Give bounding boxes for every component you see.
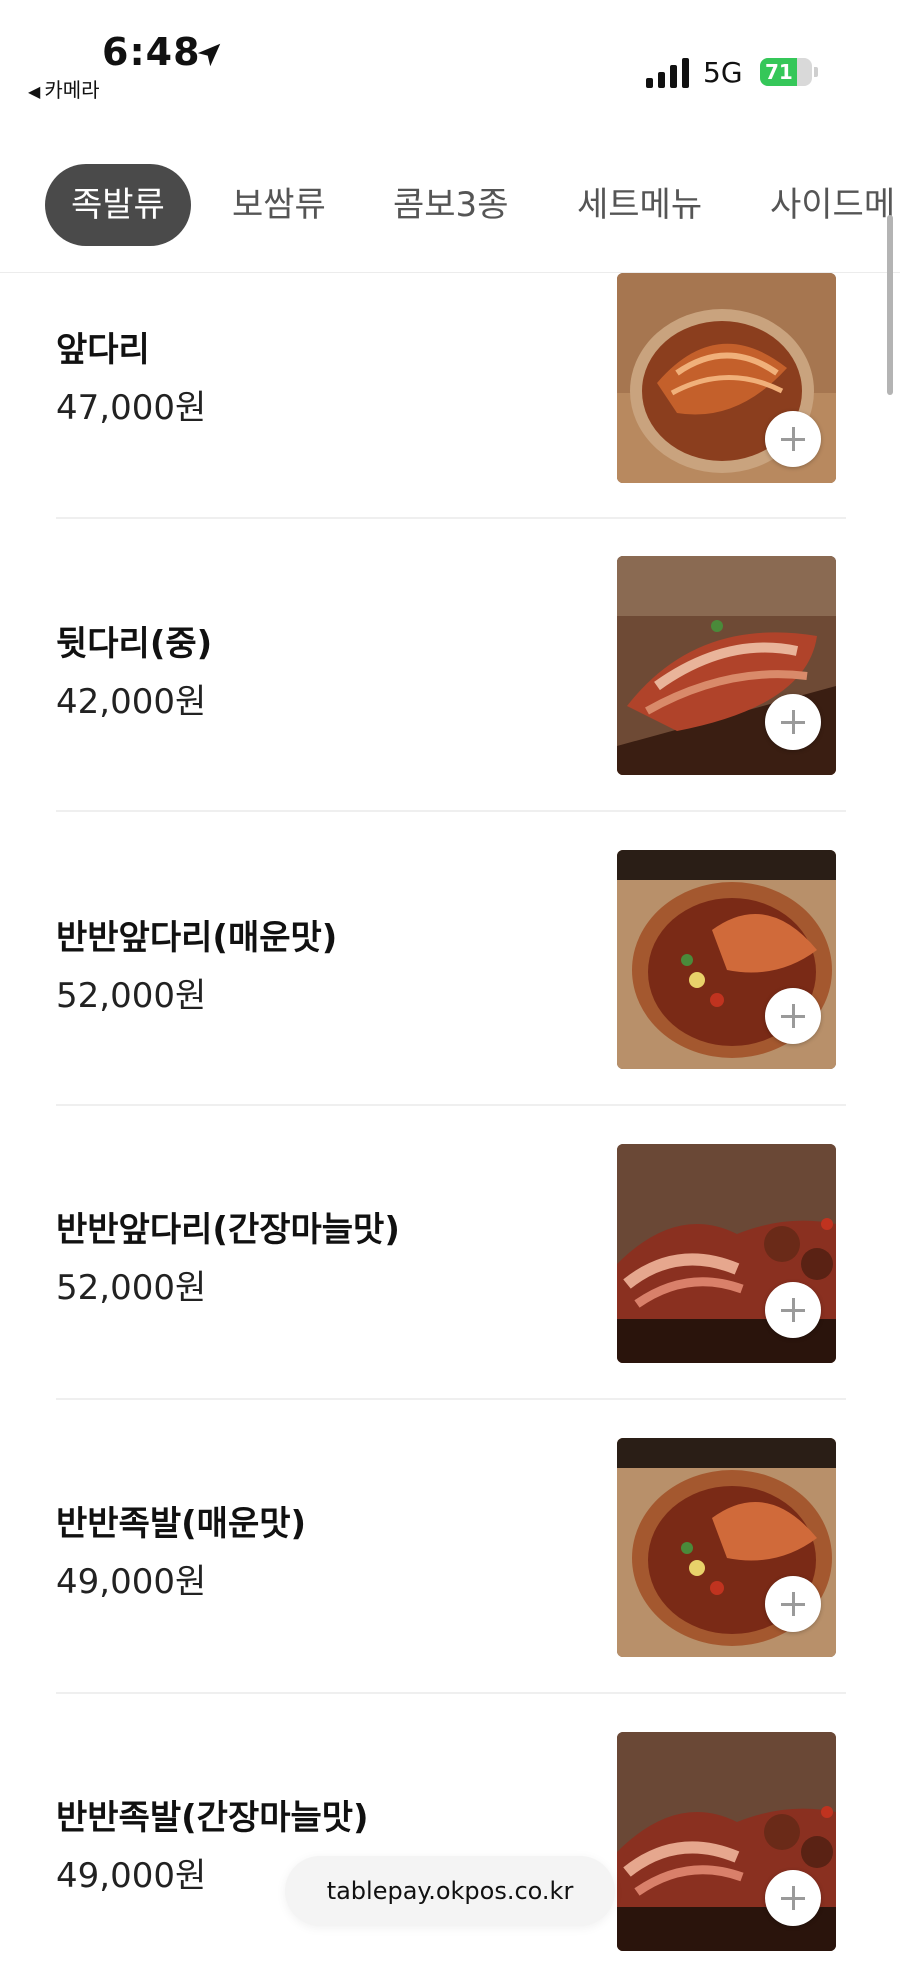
menu-item-image <box>617 850 836 1069</box>
status-time: 6:48 <box>102 30 201 74</box>
menu-item-image <box>617 1144 836 1363</box>
url-bar[interactable]: tablepay.okpos.co.kr <box>285 1856 615 1926</box>
menu-item-name: 반반족발(간장마늘맛) <box>56 1798 369 1838</box>
location-arrow-icon <box>197 43 221 67</box>
menu-item-price: 49,000원 <box>56 1856 207 1896</box>
menu-item-name: 반반앞다리(매운맛) <box>56 918 338 958</box>
menu-item-image <box>617 273 836 483</box>
menu-item-name: 앞다리 <box>56 330 150 370</box>
menu-item-price: 42,000원 <box>56 682 207 722</box>
add-to-cart-button[interactable] <box>765 1576 821 1632</box>
menu-item-price: 47,000원 <box>56 388 207 428</box>
menu-item-price: 52,000원 <box>56 1268 207 1308</box>
menu-item[interactable]: 뒷다리(중) 42,000원 <box>0 514 900 812</box>
add-to-cart-button[interactable] <box>765 1870 821 1926</box>
menu-item-name: 뒷다리(중) <box>56 624 213 664</box>
add-to-cart-button[interactable] <box>765 694 821 750</box>
menu-item-image <box>617 1732 836 1951</box>
network-type: 5G <box>703 56 743 89</box>
add-to-cart-button[interactable] <box>765 988 821 1044</box>
menu-item-image <box>617 556 836 775</box>
menu-item-price: 49,000원 <box>56 1562 207 1602</box>
back-app-label: 카메라 <box>44 78 100 102</box>
menu-item[interactable]: 앞다리 47,000원 <box>0 220 900 519</box>
menu-item-price: 52,000원 <box>56 976 207 1016</box>
menu-item-name: 반반족발(매운맛) <box>56 1504 307 1544</box>
menu-item[interactable]: 반반앞다리(간장마늘맛) 52,000원 <box>0 1102 900 1400</box>
menu-item[interactable]: 반반족발(간장마늘맛) 49,000원 <box>0 1690 900 1984</box>
add-to-cart-button[interactable] <box>765 1282 821 1338</box>
menu-item[interactable]: 반반앞다리(매운맛) 52,000원 <box>0 808 900 1106</box>
battery-icon: 71 <box>760 58 820 86</box>
status-bar: 6:48 ◀ 카메라 5G 71 <box>0 0 900 120</box>
back-to-camera-link[interactable]: ◀ 카메라 <box>28 74 100 103</box>
menu-item[interactable]: 반반족발(매운맛) 49,000원 <box>0 1396 900 1694</box>
add-to-cart-button[interactable] <box>765 411 821 467</box>
back-triangle-icon: ◀ <box>28 82 41 101</box>
signal-bars-icon <box>646 58 689 88</box>
menu-item-name: 반반앞다리(간장마늘맛) <box>56 1210 400 1250</box>
battery-level-text: 71 <box>765 60 793 84</box>
menu-item-image <box>617 1438 836 1657</box>
